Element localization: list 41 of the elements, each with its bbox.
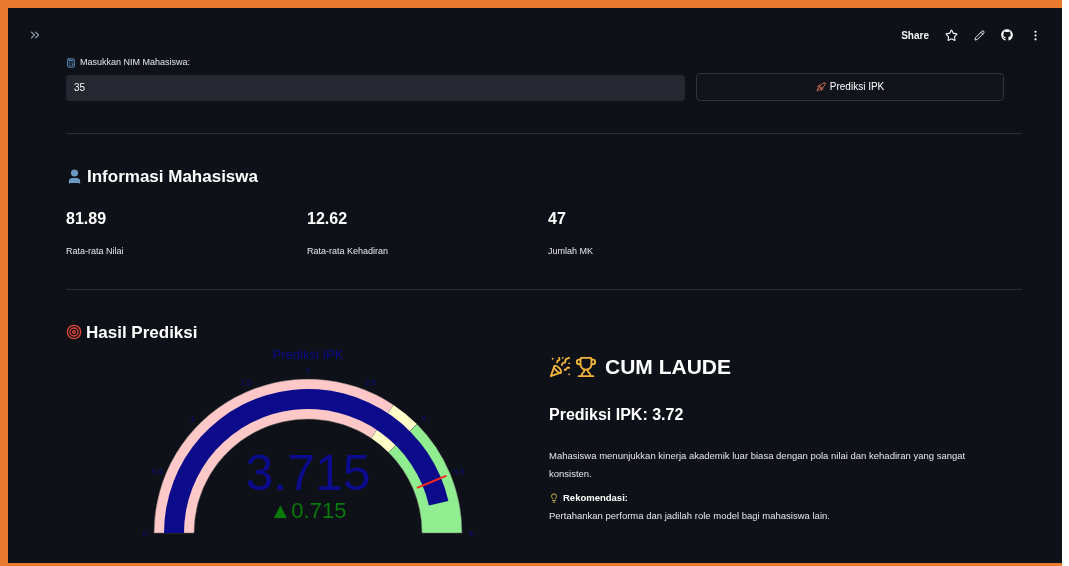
gauge-tick-label: 3.5 — [452, 466, 464, 476]
predict-button[interactable]: Prediksi IPK — [696, 72, 1004, 101]
sidebar-expand-icon[interactable] — [28, 28, 42, 42]
description-text: Mahasiswa menunjukkan kinerja akademik luar biasa dengan pola nilai dan kehadiran yang sangat konsisten. — [549, 448, 967, 481]
star-icon[interactable] — [945, 28, 958, 42]
recommendation-label: Rekomendasi: — [563, 490, 628, 505]
gauge-tick-label: 0.5 — [151, 466, 163, 476]
target-icon — [66, 324, 82, 341]
metric-value: 81.89 — [66, 209, 108, 229]
gauge-tick-label: 4 — [468, 529, 473, 538]
trophy-icon — [575, 355, 597, 378]
gauge-title: Prediksi IPK — [272, 347, 343, 362]
section-heading: Hasil Prediksi — [86, 321, 198, 344]
gauge-tick-label: 3 — [420, 413, 425, 423]
input-label: Masukkan NIM Mahasiswa: — [80, 56, 191, 69]
metric-label: Rata-rata Nilai — [66, 245, 125, 258]
party-popper-icon — [549, 355, 571, 378]
lightbulb-icon — [549, 492, 559, 503]
gauge-tick-label: 1 — [190, 413, 195, 423]
rocket-icon — [815, 81, 826, 92]
metric-label: Rata-rata Kehadiran — [307, 245, 390, 258]
gauge-delta: ▲0.715 — [269, 498, 346, 523]
edit-icon[interactable] — [974, 29, 985, 41]
gauge-value: 3.715 — [244, 445, 371, 501]
gauge-tick-label: 2.5 — [364, 378, 376, 388]
metric-value: 12.62 — [307, 209, 349, 229]
section-heading: Informasi Mahasiswa — [87, 165, 258, 188]
gauge-tick-label: 0 — [142, 529, 147, 538]
prediction-text: Prediksi IPK: 3.72 — [549, 404, 685, 425]
nim-input-field[interactable]: 35 — [66, 74, 686, 101]
recommendation-text: Pertahankan performa dan jadilah role model bagi mahasiswa lain. — [549, 508, 831, 523]
github-icon[interactable] — [1001, 29, 1013, 41]
metric-value: 47 — [548, 209, 567, 229]
status-heading: CUM LAUDE — [605, 354, 731, 380]
keypad-icon — [66, 57, 76, 68]
metric-label: Jumlah MK — [548, 245, 594, 258]
user-icon — [66, 167, 83, 185]
threshold-marker — [415, 474, 448, 489]
gauge-tick-label: 1.5 — [239, 378, 251, 388]
share-button[interactable]: Share — [901, 27, 929, 43]
gauge-tick-label: 2 — [305, 366, 310, 375]
